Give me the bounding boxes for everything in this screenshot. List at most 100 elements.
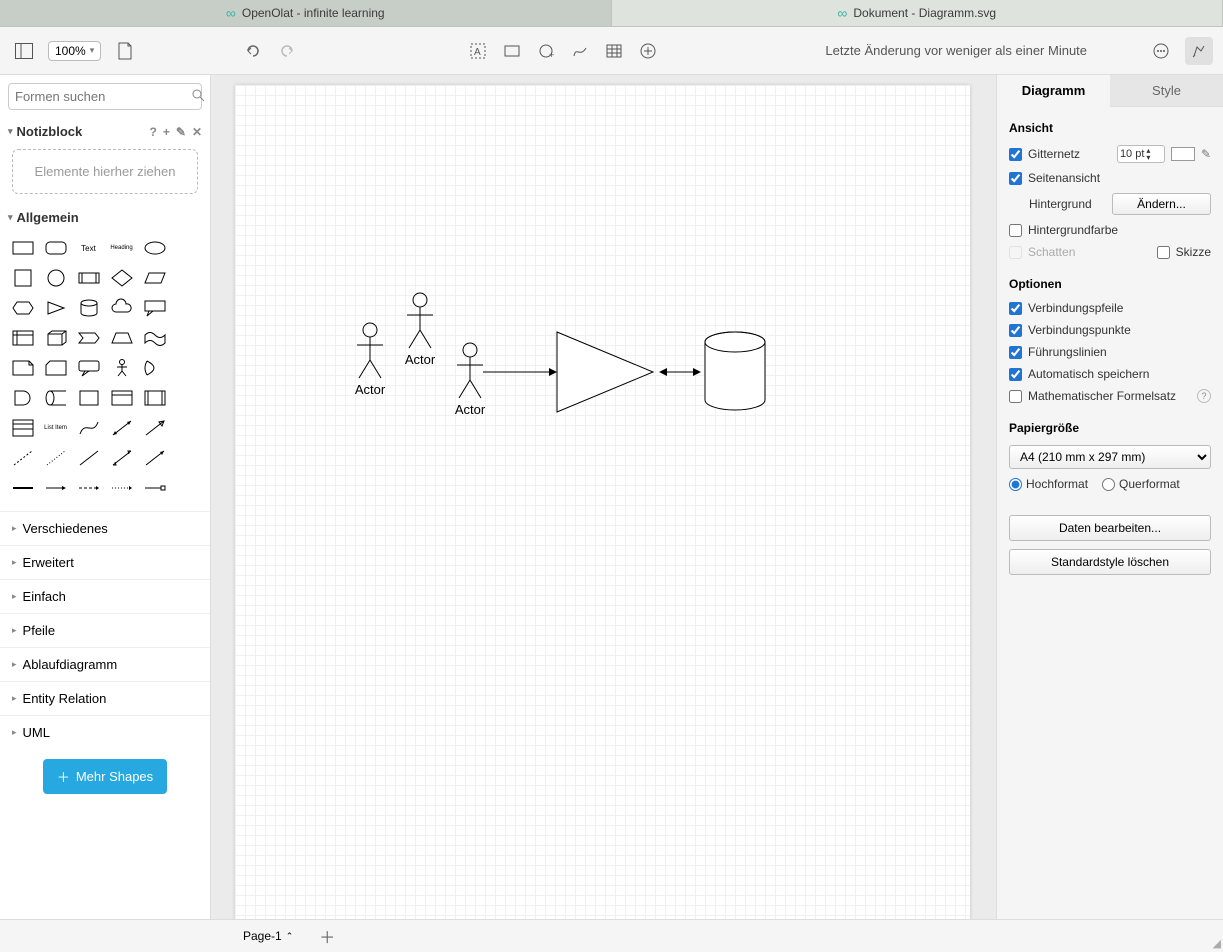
- landscape-radio[interactable]: [1102, 478, 1115, 491]
- shape-empty[interactable]: [173, 445, 202, 471]
- shape-empty[interactable]: [173, 385, 202, 411]
- cylinder-shape[interactable]: [705, 332, 765, 410]
- shape-callout[interactable]: [140, 295, 169, 321]
- triangle-shape[interactable]: [557, 332, 653, 412]
- toggle-sidebar-button[interactable]: [10, 37, 38, 65]
- shape-cylinder[interactable]: [74, 295, 103, 321]
- general-shapes-header[interactable]: ▾ Allgemein: [0, 204, 210, 231]
- edit-data-button[interactable]: Daten bearbeiten...: [1009, 515, 1211, 541]
- shape-empty[interactable]: [173, 355, 202, 381]
- shape-harrow2[interactable]: [74, 475, 103, 501]
- connector[interactable]: [483, 368, 557, 376]
- browser-tab-document[interactable]: ∞ Dokument - Diagramm.svg: [612, 0, 1223, 26]
- redo-button[interactable]: [273, 37, 301, 65]
- actor-shape[interactable]: Actor: [405, 293, 436, 367]
- shape-arrow-outline[interactable]: [140, 415, 169, 441]
- shape-bidir-line[interactable]: [107, 445, 136, 471]
- shape-text[interactable]: Text: [74, 235, 103, 261]
- portrait-radio[interactable]: [1009, 478, 1022, 491]
- shape-harrow1[interactable]: [41, 475, 70, 501]
- shape-rounded-rect[interactable]: [41, 235, 70, 261]
- arrows-checkbox[interactable]: [1009, 302, 1022, 315]
- shape-empty[interactable]: [173, 265, 202, 291]
- shape-note[interactable]: [8, 355, 37, 381]
- shape-heading[interactable]: Heading: [107, 235, 136, 261]
- tab-diagram[interactable]: Diagramm: [997, 75, 1110, 107]
- category-einfach[interactable]: ▸Einfach: [0, 579, 210, 613]
- shape-search[interactable]: [8, 83, 202, 110]
- sketch-checkbox[interactable]: [1157, 246, 1170, 259]
- undo-button[interactable]: [239, 37, 267, 65]
- more-menu-button[interactable]: [1147, 37, 1175, 65]
- category-erweitert[interactable]: ▸Erweitert: [0, 545, 210, 579]
- shape-empty[interactable]: [173, 475, 202, 501]
- actor-shape[interactable]: Actor: [355, 323, 386, 397]
- shape-triangle[interactable]: [41, 295, 70, 321]
- shape-search-input[interactable]: [15, 89, 191, 104]
- shape-diamond[interactable]: [107, 265, 136, 291]
- shape-ellipse[interactable]: [140, 235, 169, 261]
- page-tab[interactable]: Page-1 ⌃: [235, 923, 301, 949]
- category-pfeile[interactable]: ▸Pfeile: [0, 613, 210, 647]
- pageview-checkbox[interactable]: [1009, 172, 1022, 185]
- change-background-button[interactable]: Ändern...: [1112, 193, 1211, 215]
- insert-tool-button[interactable]: [634, 37, 662, 65]
- shape-empty[interactable]: [173, 295, 202, 321]
- shape-tape[interactable]: [140, 325, 169, 351]
- shape-circle[interactable]: [41, 265, 70, 291]
- shape-frame[interactable]: [107, 385, 136, 411]
- shape-rect[interactable]: [8, 235, 37, 261]
- autosave-checkbox[interactable]: [1009, 368, 1022, 381]
- pencil-icon[interactable]: ✎: [1201, 147, 1211, 161]
- shape-parallelogram[interactable]: [140, 265, 169, 291]
- shape-internal-storage[interactable]: [8, 325, 37, 351]
- shape-hexagon[interactable]: [8, 295, 37, 321]
- more-shapes-button[interactable]: ＋ Mehr Shapes: [43, 759, 167, 794]
- shape-empty[interactable]: [173, 325, 202, 351]
- shape-card[interactable]: [41, 355, 70, 381]
- add-page-button[interactable]: ＋: [315, 924, 339, 948]
- help-icon[interactable]: ?: [150, 125, 157, 139]
- rect-tool-button[interactable]: [498, 37, 526, 65]
- shape-cloud[interactable]: [107, 295, 136, 321]
- shape-list[interactable]: [8, 415, 37, 441]
- shape-container[interactable]: [74, 385, 103, 411]
- shape-empty[interactable]: [173, 235, 202, 261]
- shape-dashed-line[interactable]: [8, 445, 37, 471]
- shape-square[interactable]: [8, 265, 37, 291]
- category-ablaufdiagramm[interactable]: ▸Ablaufdiagramm: [0, 647, 210, 681]
- shape-line[interactable]: [74, 445, 103, 471]
- shape-datastore[interactable]: [41, 385, 70, 411]
- shape-process[interactable]: [74, 265, 103, 291]
- shape-actor[interactable]: [107, 355, 136, 381]
- ellipse-tool-button[interactable]: +: [532, 37, 560, 65]
- shape-cube[interactable]: [41, 325, 70, 351]
- plus-icon[interactable]: +: [163, 125, 170, 139]
- shape-curve[interactable]: [74, 415, 103, 441]
- shape-harrow4[interactable]: [140, 475, 169, 501]
- help-icon[interactable]: ?: [1197, 389, 1211, 403]
- canvas-area[interactable]: Actor Actor Acto: [211, 75, 996, 919]
- tab-style[interactable]: Style: [1110, 75, 1223, 107]
- category-entity-relation[interactable]: ▸Entity Relation: [0, 681, 210, 715]
- resize-handle-icon[interactable]: ◢: [1213, 937, 1221, 950]
- shape-harrow3[interactable]: [107, 475, 136, 501]
- paper-size-select[interactable]: A4 (210 mm x 297 mm): [1009, 445, 1211, 469]
- shape-bidir-arrow[interactable]: [107, 415, 136, 441]
- page-setup-button[interactable]: [111, 37, 139, 65]
- scratchpad-header[interactable]: ▾ Notizblock ? + ✎ ✕: [0, 118, 210, 145]
- shape-and[interactable]: [8, 385, 37, 411]
- text-tool-button[interactable]: A: [464, 37, 492, 65]
- shape-trapezoid[interactable]: [107, 325, 136, 351]
- grid-size-input[interactable]: 10 pt▴▾: [1117, 145, 1165, 163]
- math-checkbox[interactable]: [1009, 390, 1022, 403]
- table-tool-button[interactable]: [600, 37, 628, 65]
- points-checkbox[interactable]: [1009, 324, 1022, 337]
- grid-color-swatch[interactable]: [1171, 147, 1195, 161]
- shape-hline[interactable]: [8, 475, 37, 501]
- toggle-format-panel-button[interactable]: [1185, 37, 1213, 65]
- reset-style-button[interactable]: Standardstyle löschen: [1009, 549, 1211, 575]
- pencil-icon[interactable]: ✎: [176, 125, 186, 139]
- shape-arrow-line[interactable]: [140, 445, 169, 471]
- bgcolor-checkbox[interactable]: [1009, 224, 1022, 237]
